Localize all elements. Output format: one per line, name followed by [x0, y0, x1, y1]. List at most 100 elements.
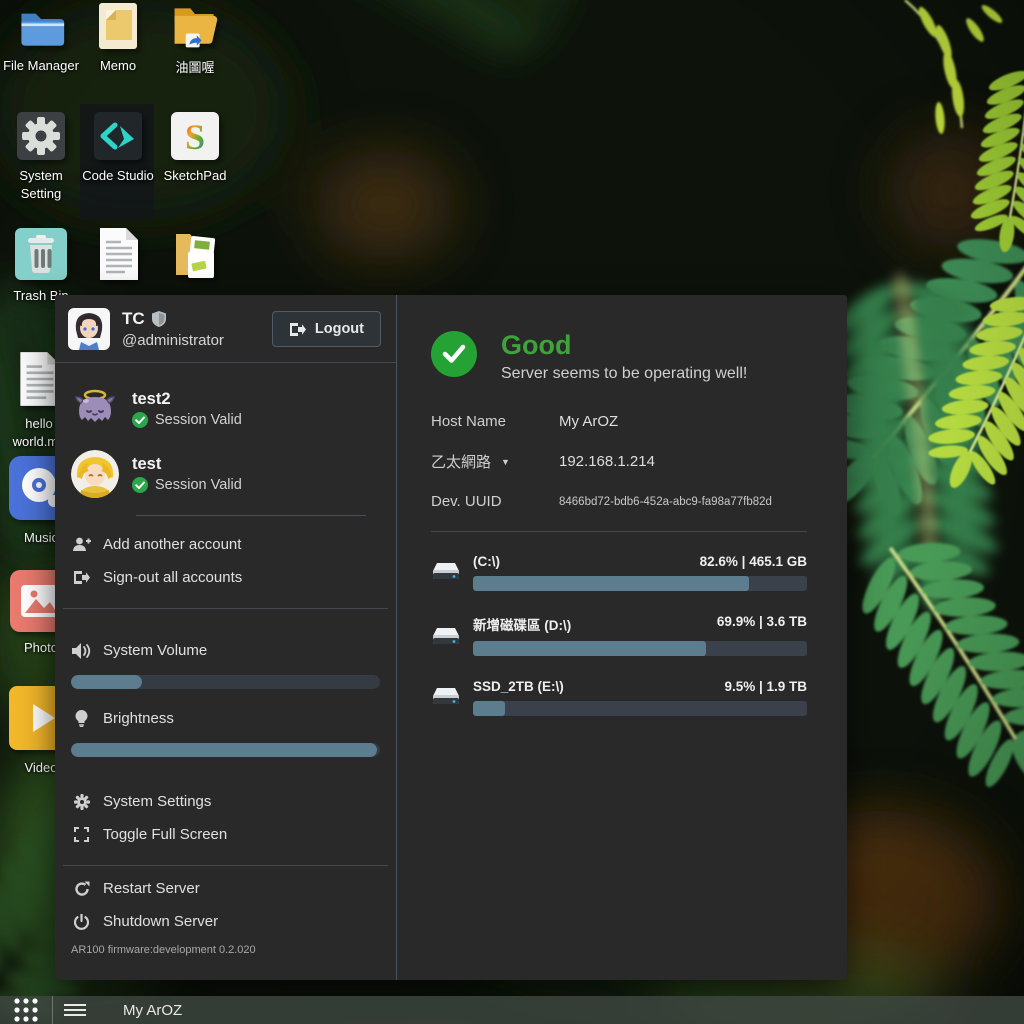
- bulb-icon: [71, 710, 92, 727]
- disk-bar-fill: [473, 701, 505, 716]
- host-name-row: Host Name My ArOZ: [431, 413, 807, 430]
- icon-label: SketchPad: [164, 167, 227, 185]
- fullscreen-icon: [71, 827, 92, 842]
- avatar-image: [68, 308, 110, 350]
- logout-label: Logout: [315, 321, 364, 337]
- speaker-icon: [71, 643, 92, 659]
- taskbar-title: My ArOZ: [123, 1002, 182, 1019]
- menu-button[interactable]: [53, 996, 97, 1024]
- network-row: 乙太網路 ▼ 192.168.1.214: [431, 451, 807, 472]
- avatar-image: [71, 450, 119, 498]
- icon-label: Photo: [24, 639, 58, 657]
- system-panel: TC @administrator Logout: [55, 295, 847, 980]
- check-circle-icon: [132, 477, 148, 493]
- uuid-value: 8466bd72-bdb6-452a-abc9-fa98a77fb82d: [559, 496, 772, 508]
- restart-server-item[interactable]: Restart Server: [71, 872, 380, 905]
- menu-label: Restart Server: [103, 880, 200, 897]
- svg-text:S: S: [185, 117, 205, 157]
- disk-label: (C:\): [473, 554, 500, 569]
- firmware-version: AR100 firmware:development 0.2.020: [55, 938, 396, 956]
- desktop-icon-memo[interactable]: Memo: [79, 2, 157, 75]
- account-actions: Add another account Sign-out all account…: [55, 516, 396, 594]
- logout-button[interactable]: Logout: [272, 311, 381, 347]
- uuid-label: Dev. UUID: [431, 493, 559, 510]
- icon-label: Code Studio: [82, 167, 154, 185]
- status-subtitle: Server seems to be operating well!: [501, 365, 747, 383]
- account-status: Session Valid: [155, 477, 242, 493]
- account-name: test2: [132, 390, 242, 409]
- add-account-item[interactable]: Add another account: [71, 528, 380, 561]
- desktop-icon-pictures-folder[interactable]: [156, 228, 234, 289]
- hamburger-icon: [64, 1004, 86, 1006]
- user-name: TC: [122, 309, 145, 329]
- shield-icon: [152, 311, 166, 327]
- account-row-test2[interactable]: test2 Session Valid: [71, 385, 380, 433]
- desktop: File Manager Memo 油圖喔: [0, 0, 1024, 1024]
- host-name-value: My ArOZ: [559, 413, 618, 430]
- disk-usage-section: (C:\) 82.6% | 465.1 GB: [431, 531, 807, 716]
- desktop-icon-shortcut-folder[interactable]: 油圖喔: [156, 2, 234, 77]
- volume-row: System Volume: [71, 634, 380, 667]
- app-grid-button[interactable]: [0, 996, 52, 1024]
- hdd-icon: [431, 685, 463, 716]
- power-icon: [71, 914, 92, 930]
- hdd-icon: [431, 560, 463, 591]
- desktop-icon-code-studio[interactable]: Code Studio: [79, 112, 157, 185]
- pictures-folder-icon: [168, 228, 222, 282]
- host-name-label: Host Name: [431, 413, 559, 430]
- toggle-fullscreen-item[interactable]: Toggle Full Screen: [71, 818, 380, 851]
- user-handle: @administrator: [122, 332, 272, 349]
- system-settings-item[interactable]: System Settings: [71, 785, 380, 818]
- icon-label: Memo: [100, 57, 136, 75]
- desktop-icon-trash-bin[interactable]: Trash Bin: [2, 228, 80, 305]
- app-grid-icon: [13, 997, 39, 1023]
- disk-usage: 69.9% | 3.6 TB: [717, 614, 807, 634]
- gear-icon: [71, 794, 92, 810]
- signout-all-item[interactable]: Sign-out all accounts: [71, 561, 380, 594]
- brightness-slider[interactable]: [71, 743, 380, 757]
- disk-usage: 9.5% | 1.9 TB: [724, 679, 807, 694]
- brightness-fill: [71, 743, 377, 757]
- server-info: Host Name My ArOZ 乙太網路 ▼ 192.168.1.214 D…: [431, 413, 807, 510]
- icon-label: 油圖喔: [175, 59, 214, 77]
- ip-address-value: 192.168.1.214: [559, 453, 655, 470]
- disk-bar: [473, 576, 807, 591]
- sliders-section: System Volume Brightness: [55, 609, 396, 769]
- logout-icon: [289, 322, 306, 337]
- desktop-icon-file-manager[interactable]: File Manager: [2, 4, 80, 75]
- memo-icon: [94, 2, 142, 50]
- icon-label: System Setting: [2, 167, 80, 202]
- user-header: TC @administrator Logout: [55, 295, 396, 363]
- menu-label: System Settings: [103, 793, 211, 810]
- account-avatar-test2: [71, 385, 119, 433]
- disk-bar: [473, 701, 807, 716]
- sketchpad-icon: S: [171, 112, 219, 160]
- desktop-icon-sketchpad[interactable]: S SketchPad: [156, 112, 234, 185]
- disk-row-e: SSD_2TB (E:\) 9.5% | 1.9 TB: [431, 679, 807, 716]
- trash-icon: [15, 228, 67, 280]
- menu-label: Shutdown Server: [103, 913, 218, 930]
- menu-label: Add another account: [103, 536, 241, 553]
- status-ok-icon: [431, 331, 477, 377]
- menu-label: Sign-out all accounts: [103, 569, 242, 586]
- disk-bar-fill: [473, 641, 706, 656]
- icon-label: Music: [24, 529, 58, 547]
- disk-row-d: 新增磁碟區 (D:\) 69.9% | 3.6 TB: [431, 614, 807, 656]
- server-status: Good Server seems to be operating well!: [431, 331, 807, 383]
- network-selector[interactable]: 乙太網路 ▼: [431, 451, 559, 472]
- desktop-icon-system-setting[interactable]: System Setting: [2, 112, 80, 202]
- volume-fill: [71, 675, 142, 689]
- desktop-icon-document[interactable]: [79, 226, 157, 289]
- volume-slider[interactable]: [71, 675, 380, 689]
- account-row-test[interactable]: test Session Valid: [71, 450, 380, 498]
- panel-left-column: TC @administrator Logout: [55, 295, 397, 980]
- account-avatar-test: [71, 450, 119, 498]
- shutdown-server-item[interactable]: Shutdown Server: [71, 905, 380, 938]
- account-status: Session Valid: [155, 412, 242, 428]
- taskbar: My ArOZ: [0, 996, 1024, 1024]
- disk-row-c: (C:\) 82.6% | 465.1 GB: [431, 554, 807, 591]
- slider-label: System Volume: [103, 642, 207, 659]
- accounts-section: test2 Session Valid: [55, 363, 396, 516]
- account-name: test: [132, 455, 242, 474]
- hdd-icon: [431, 625, 463, 656]
